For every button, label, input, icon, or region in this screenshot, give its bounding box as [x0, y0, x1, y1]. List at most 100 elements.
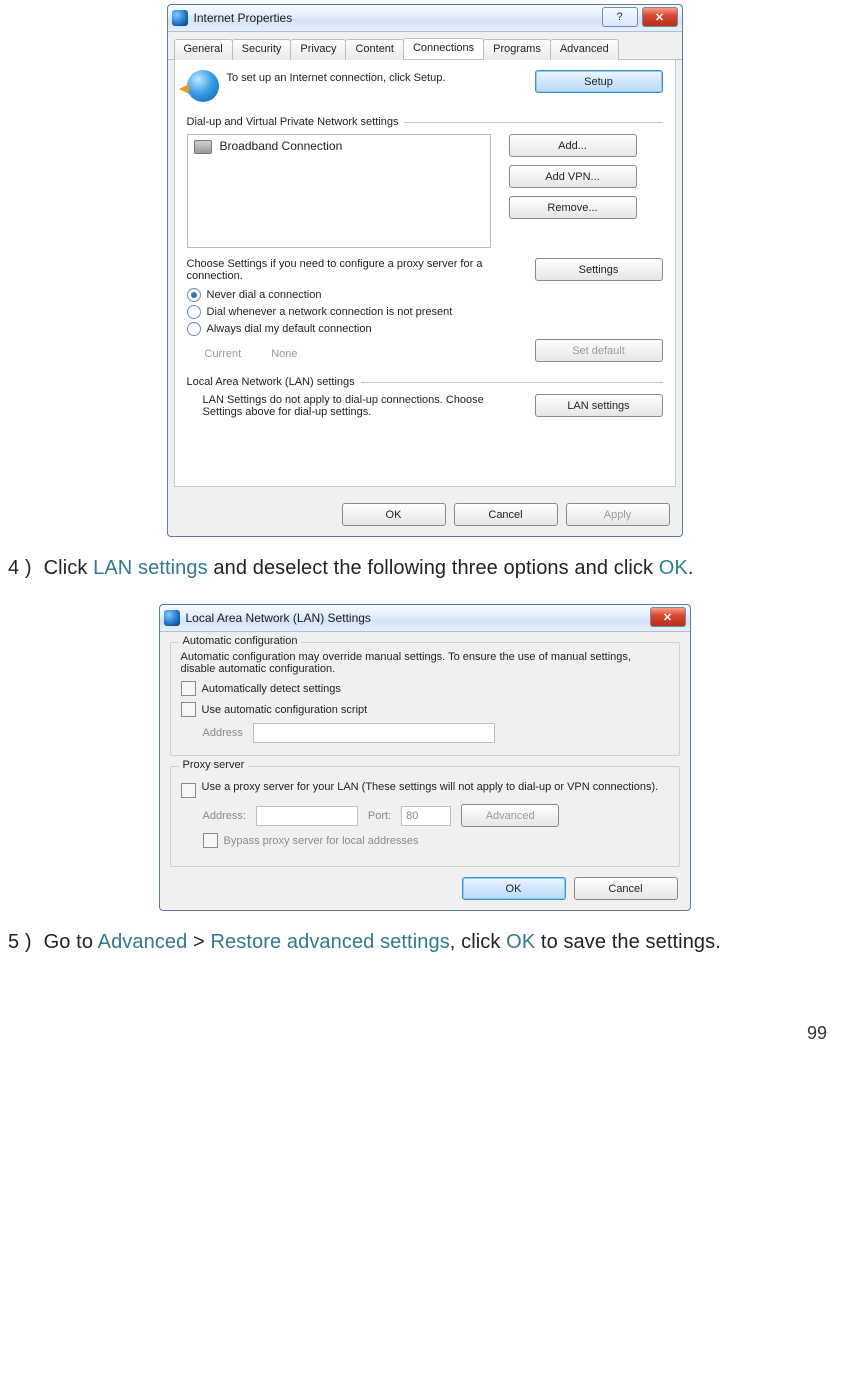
- dialog-footer: OK Cancel Apply: [168, 493, 682, 536]
- connections-listbox[interactable]: Broadband Connection: [187, 134, 491, 248]
- checkbox-icon: [181, 702, 196, 717]
- setup-button[interactable]: Setup: [535, 70, 663, 93]
- remove-button[interactable]: Remove...: [509, 196, 637, 219]
- dialog-footer: OK Cancel: [160, 867, 690, 910]
- setup-text: To set up an Internet connection, click …: [227, 70, 527, 84]
- lan-settings-button[interactable]: LAN settings: [535, 394, 663, 417]
- radio-label: Never dial a connection: [207, 289, 322, 301]
- checkbox-use-proxy[interactable]: Use a proxy server for your LAN (These s…: [181, 781, 669, 798]
- section-dialup: Dial-up and Virtual Private Network sett…: [187, 116, 663, 128]
- ok-button[interactable]: OK: [342, 503, 446, 526]
- internet-properties-window: Internet Properties ? ✕ General Security…: [167, 4, 683, 537]
- close-icon: ✕: [655, 11, 664, 24]
- radio-icon: [187, 288, 201, 302]
- checkbox-icon: [181, 681, 196, 696]
- divider: [361, 382, 663, 383]
- text: Go to: [44, 931, 98, 953]
- checkbox-label: Bypass proxy server for local addresses: [224, 835, 419, 847]
- add-button[interactable]: Add...: [509, 134, 637, 157]
- address-input[interactable]: [253, 723, 495, 743]
- tab-advanced[interactable]: Advanced: [550, 39, 619, 60]
- radio-icon: [187, 322, 201, 336]
- lan-text: LAN Settings do not apply to dial-up con…: [187, 394, 517, 418]
- text: >: [187, 931, 210, 953]
- tab-security[interactable]: Security: [232, 39, 292, 60]
- highlight-ok: OK: [659, 557, 688, 579]
- checkbox-icon: [181, 783, 196, 798]
- proxy-port-input[interactable]: 80: [401, 806, 451, 826]
- address-label: Address: [203, 727, 243, 739]
- advanced-button[interactable]: Advanced: [461, 804, 559, 827]
- checkbox-label: Use a proxy server for your LAN (These s…: [202, 781, 659, 793]
- group-legend: Proxy server: [179, 759, 249, 771]
- window-title: Internet Properties: [194, 11, 293, 25]
- choose-settings-text: Choose Settings if you need to configure…: [187, 258, 517, 282]
- tab-content[interactable]: Content: [345, 39, 404, 60]
- group-automatic-configuration: Automatic configuration Automatic config…: [170, 642, 680, 756]
- cancel-button[interactable]: Cancel: [454, 503, 558, 526]
- radio-never-dial[interactable]: Never dial a connection: [187, 288, 663, 302]
- checkbox-label: Automatically detect settings: [202, 683, 341, 695]
- tab-connections[interactable]: Connections: [403, 38, 484, 59]
- proxy-address-input[interactable]: [256, 806, 358, 826]
- checkbox-auto-detect[interactable]: Automatically detect settings: [181, 681, 669, 696]
- checkbox-auto-script[interactable]: Use automatic configuration script: [181, 702, 669, 717]
- checkbox-bypass-proxy[interactable]: Bypass proxy server for local addresses: [203, 833, 669, 848]
- tab-body: To set up an Internet connection, click …: [174, 60, 676, 487]
- close-button[interactable]: ✕: [642, 7, 678, 27]
- highlight-lan-settings: LAN settings: [93, 557, 208, 579]
- highlight-restore-advanced-settings: Restore advanced settings: [210, 931, 449, 953]
- text: .: [688, 557, 694, 579]
- tab-general[interactable]: General: [174, 39, 233, 60]
- radio-icon: [187, 305, 201, 319]
- text: to save the settings.: [535, 931, 721, 953]
- apply-button[interactable]: Apply: [566, 503, 670, 526]
- help-button[interactable]: ?: [602, 7, 638, 27]
- section-lan: Local Area Network (LAN) settings: [187, 376, 663, 388]
- set-default-button[interactable]: Set default: [535, 339, 663, 362]
- internet-options-icon: [164, 610, 180, 626]
- add-vpn-button[interactable]: Add VPN...: [509, 165, 637, 188]
- lan-settings-window: Local Area Network (LAN) Settings ✕ Auto…: [159, 604, 691, 911]
- highlight-advanced: Advanced: [98, 931, 188, 953]
- text: Click: [44, 557, 94, 579]
- divider: [404, 122, 662, 123]
- radio-always-dial[interactable]: Always dial my default connection: [187, 322, 663, 336]
- tabstrip: General Security Privacy Content Connect…: [168, 32, 682, 60]
- close-button[interactable]: ✕: [650, 607, 686, 627]
- highlight-ok: OK: [506, 931, 535, 953]
- checkbox-label: Use automatic configuration script: [202, 704, 368, 716]
- text: , click: [450, 931, 506, 953]
- proxy-address-label: Address:: [203, 810, 246, 822]
- ok-button[interactable]: OK: [462, 877, 566, 900]
- auto-config-text: Automatic configuration may override man…: [181, 651, 669, 675]
- step4-text: Click LAN settings and deselect the foll…: [44, 555, 694, 582]
- cancel-button[interactable]: Cancel: [574, 877, 678, 900]
- radio-label: Always dial my default connection: [207, 323, 372, 335]
- globe-icon: [187, 70, 219, 102]
- text: and deselect the following three options…: [208, 557, 659, 579]
- internet-options-icon: [172, 10, 188, 26]
- current-value: None: [271, 348, 297, 360]
- list-item: Broadband Connection: [220, 139, 343, 153]
- group-legend: Automatic configuration: [179, 635, 302, 647]
- window-title: Local Area Network (LAN) Settings: [186, 611, 371, 625]
- current-label: Current: [205, 348, 242, 360]
- step5-text: Go to Advanced > Restore advanced settin…: [44, 929, 721, 956]
- titlebar: Internet Properties ? ✕: [168, 5, 682, 32]
- modem-icon: [194, 140, 212, 154]
- close-icon: ✕: [663, 611, 672, 624]
- tab-programs[interactable]: Programs: [483, 39, 551, 60]
- help-glyph: ?: [616, 11, 622, 23]
- tab-privacy[interactable]: Privacy: [290, 39, 346, 60]
- titlebar: Local Area Network (LAN) Settings ✕: [160, 605, 690, 632]
- page-number: 99: [807, 1023, 827, 1044]
- step5-number: 5 ): [8, 929, 32, 956]
- settings-button[interactable]: Settings: [535, 258, 663, 281]
- radio-dial-whenever[interactable]: Dial whenever a network connection is no…: [187, 305, 663, 319]
- step4-number: 4 ): [8, 555, 32, 582]
- group-proxy-server: Proxy server Use a proxy server for your…: [170, 766, 680, 867]
- proxy-port-label: Port:: [368, 810, 391, 822]
- checkbox-icon: [203, 833, 218, 848]
- section-dialup-label: Dial-up and Virtual Private Network sett…: [187, 116, 399, 128]
